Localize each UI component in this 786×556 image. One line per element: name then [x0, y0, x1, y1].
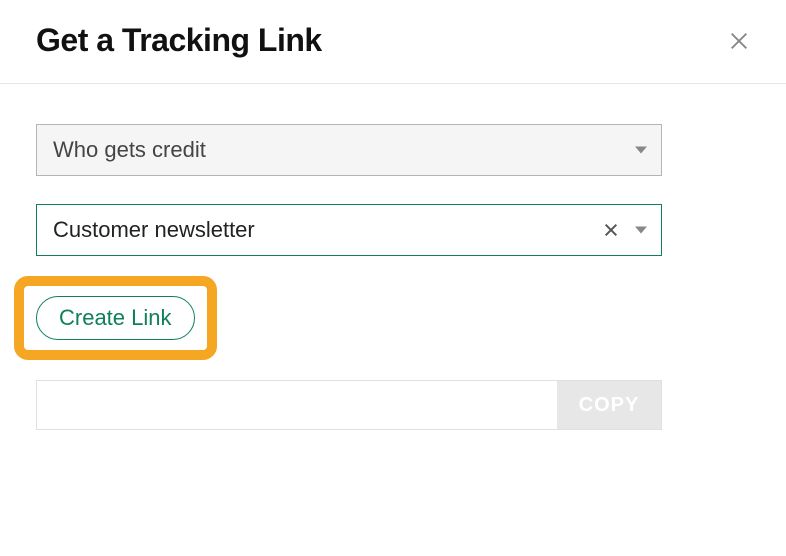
- create-link-highlight: Create Link: [14, 276, 217, 360]
- output-row: COPY: [36, 380, 662, 430]
- modal-header: Get a Tracking Link: [0, 0, 786, 84]
- clear-icon[interactable]: [603, 222, 619, 238]
- create-link-button[interactable]: Create Link: [36, 296, 195, 340]
- modal-title: Get a Tracking Link: [36, 22, 322, 59]
- credit-select-placeholder: Who gets credit: [53, 137, 206, 163]
- source-select[interactable]: Customer newsletter: [36, 204, 662, 256]
- credit-select[interactable]: Who gets credit: [36, 124, 662, 176]
- source-select-value: Customer newsletter: [53, 217, 255, 243]
- chevron-down-icon: [635, 227, 647, 234]
- chevron-down-icon: [635, 147, 647, 154]
- modal-body: Who gets credit Customer newsletter Crea…: [0, 84, 786, 430]
- copy-button[interactable]: COPY: [557, 381, 661, 429]
- tracking-link-output[interactable]: [37, 381, 557, 429]
- close-icon[interactable]: [728, 30, 750, 52]
- tracking-link-modal: Get a Tracking Link Who gets credit Cust…: [0, 0, 786, 430]
